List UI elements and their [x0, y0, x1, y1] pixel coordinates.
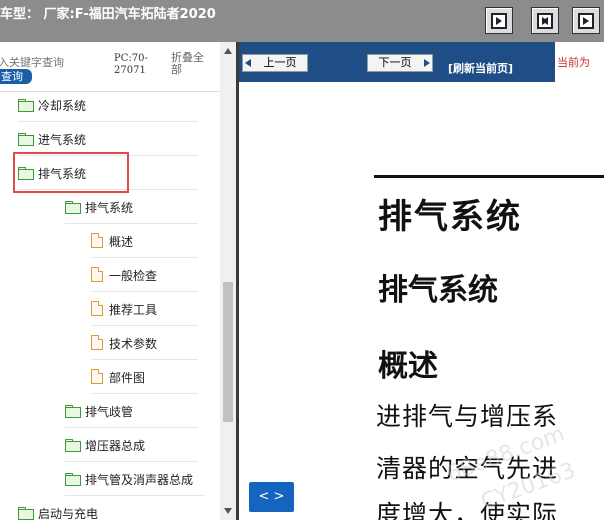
folder-icon — [18, 99, 34, 112]
folder-icon — [18, 133, 34, 146]
tree-divider — [18, 121, 198, 122]
document-view: 排气系统 排气系统 概述 进排气与增压系 清器的空气先进 度增大，使实际 68e… — [239, 82, 604, 520]
prev-page-label: 上一页 — [263, 56, 297, 69]
search-area: 查询 PC:70-27071 折叠全部 — [0, 42, 220, 92]
expand-icon[interactable] — [531, 7, 559, 34]
arrow-left-icon — [245, 59, 251, 67]
title-bar: 车型： 厂家:F-福田汽车拓陆者2020 — [0, 0, 604, 42]
tree-item-label: 增压器总成 — [85, 439, 146, 453]
prev-page-button[interactable]: 上一页 — [242, 54, 308, 72]
doc-heading-1: 排气系统 — [378, 197, 522, 237]
selection-highlight — [13, 152, 129, 193]
next-page-button[interactable]: 下一页 — [367, 54, 433, 72]
tree-divider — [91, 325, 198, 326]
document-icon — [91, 369, 103, 384]
tree-divider — [91, 291, 198, 292]
tree-item-label: 一般检查 — [109, 269, 158, 283]
tree-item-label: 排气系统 — [85, 201, 134, 215]
content-panel: 上一页 下一页 [刷新当前页] 当前为 排气系统 排气系统 概述 进排气与增压系… — [239, 42, 604, 520]
tree-item-label: 部件图 — [109, 371, 146, 385]
folder-icon — [65, 405, 81, 418]
tree-divider — [65, 495, 205, 496]
tree-divider — [65, 223, 198, 224]
tree-divider — [91, 393, 198, 394]
document-icon — [91, 233, 103, 248]
vehicle-title: 车型： 厂家:F-福田汽车拓陆者2020 — [0, 7, 216, 22]
folder-icon — [65, 201, 81, 214]
folder-icon — [65, 473, 81, 486]
tree-item-label: 概述 — [109, 235, 134, 249]
tree-item-label: 启动与充电 — [38, 507, 99, 520]
refresh-link[interactable]: [刷新当前页] — [448, 60, 513, 76]
tree-item-label: 技术参数 — [109, 337, 158, 351]
folder-icon — [18, 507, 34, 520]
next-page-label: 下一页 — [378, 56, 412, 69]
scroll-up-icon[interactable] — [224, 48, 232, 54]
tree-divider — [91, 257, 198, 258]
scroll-down-icon[interactable] — [224, 508, 232, 514]
page-nav-bar: 上一页 下一页 [刷新当前页] 当前为 — [239, 42, 604, 82]
document-icon — [91, 267, 103, 282]
document-icon — [91, 301, 103, 316]
doc-heading-2: 排气系统 — [378, 273, 498, 308]
tree-divider — [65, 461, 198, 462]
heading-rule — [374, 175, 604, 178]
tree-item-label: 排气歧管 — [85, 405, 134, 419]
document-icon — [91, 335, 103, 350]
tree-item-label: 推荐工具 — [109, 303, 158, 317]
tree-divider — [65, 427, 198, 428]
tree-divider — [91, 359, 198, 360]
scrollbar-thumb[interactable] — [223, 282, 233, 422]
next-page-icon[interactable] — [485, 7, 513, 34]
arrow-right-icon — [424, 59, 430, 67]
tree-scrollbar[interactable] — [220, 42, 236, 520]
query-button[interactable]: 查询 — [0, 69, 32, 84]
folder-icon — [65, 439, 81, 452]
play-icon[interactable] — [572, 7, 600, 34]
collapse-all-button[interactable]: 折叠全部 — [171, 52, 211, 76]
pc-label: PC:70-27071 — [114, 53, 148, 76]
tree-item-label: 排气管及消声器总成 — [85, 473, 194, 487]
tree-item-label: 进气系统 — [38, 133, 87, 147]
doc-paragraph-line: 进排气与增压系 — [376, 402, 559, 431]
toggle-panel-button[interactable]: < > — [249, 482, 294, 512]
tree-item-label: 冷却系统 — [38, 99, 87, 113]
current-page-label: 当前为 — [557, 56, 590, 69]
doc-heading-3: 概述 — [378, 349, 438, 384]
left-panel: 查询 PC:70-27071 折叠全部 冷却系统 进气系统 排气系统 排气系统 … — [0, 42, 236, 520]
